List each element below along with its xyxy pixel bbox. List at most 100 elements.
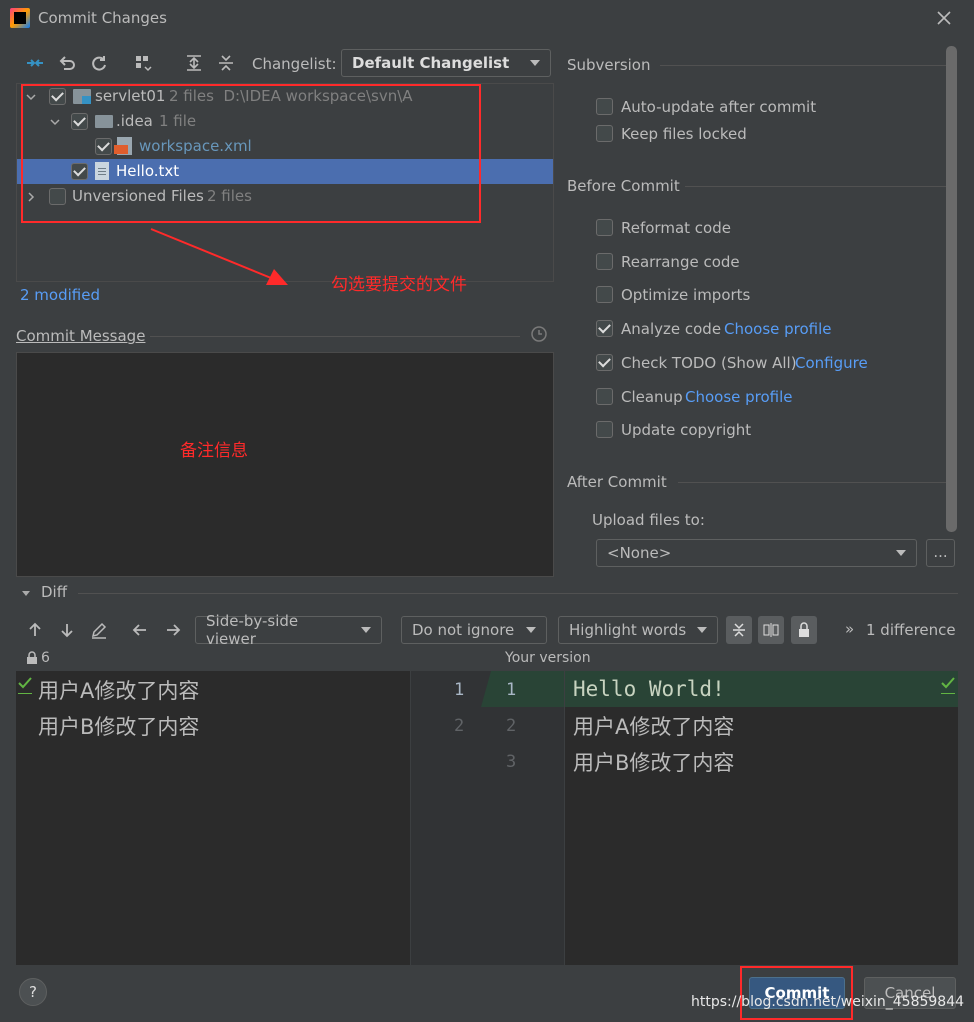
todo-checkbox[interactable]: [596, 354, 613, 371]
chevron-down-icon: [361, 627, 371, 633]
chevron-down-icon: [697, 627, 707, 633]
modified-count[interactable]: 2 modified: [20, 286, 100, 304]
right-line-2: 用户A修改了内容: [573, 715, 735, 739]
analyze-checkbox[interactable]: [596, 320, 613, 337]
back-arrow-icon[interactable]: [129, 619, 151, 641]
collapse-all-icon[interactable]: [215, 52, 237, 74]
title-bar: Commit Changes: [0, 0, 974, 38]
right-line-1: Hello World!: [573, 677, 725, 701]
divider: [150, 336, 520, 337]
keep-locked-label: Keep files locked: [621, 125, 747, 143]
diff-header[interactable]: Diff: [16, 582, 216, 602]
diff-toolbar: Side-by-side viewer Do not ignore Highli…: [0, 612, 974, 648]
copyright-label: Update copyright: [621, 421, 752, 439]
reformat-checkbox[interactable]: [596, 219, 613, 236]
todo-label: Check TODO (Show All): [621, 354, 797, 372]
chevron-down-icon: [896, 550, 906, 556]
gutter-right-1: 1: [506, 680, 517, 700]
optimize-checkbox[interactable]: [596, 286, 613, 303]
group-by-icon[interactable]: [132, 52, 154, 74]
gutter-left-1: 1: [454, 680, 465, 700]
ignore-value: Do not ignore: [412, 621, 515, 639]
gutter-right-2: 2: [506, 716, 517, 736]
diff-title: Diff: [41, 583, 68, 601]
optimize-label: Optimize imports: [621, 286, 751, 304]
diff-left-pane[interactable]: 用户A修改了内容 用户B修改了内容: [16, 671, 410, 965]
expand-all-icon[interactable]: [183, 52, 205, 74]
diff-count: 1 difference: [866, 621, 956, 639]
help-button[interactable]: ?: [19, 978, 47, 1006]
cleanup-checkbox[interactable]: [596, 388, 613, 405]
auto-update-checkbox[interactable]: [596, 98, 613, 115]
annotation-select-files: 勾选要提交的文件: [331, 275, 467, 295]
help-icon: ?: [29, 983, 37, 1001]
divider: [660, 65, 950, 66]
reformat-label: Reformat code: [621, 219, 731, 237]
commit-message-input[interactable]: [16, 352, 554, 577]
collapse-arrow-icon[interactable]: [20, 586, 32, 604]
annotation-remark: 备注信息: [180, 441, 248, 461]
refresh-icon[interactable]: [88, 52, 110, 74]
rearrange-label: Rearrange code: [621, 253, 740, 271]
highlight-dropdown[interactable]: Highlight words: [558, 616, 718, 644]
more-icon[interactable]: »: [845, 620, 854, 638]
toolbar: Changelist: Default Changelist: [0, 46, 560, 80]
upload-more-button[interactable]: ...: [926, 539, 955, 567]
upload-value: <None>: [607, 544, 672, 562]
sync-scroll-icon[interactable]: [758, 616, 784, 644]
commit-message-label: Commit Message: [16, 327, 146, 345]
edit-icon[interactable]: [88, 619, 110, 641]
show-diff-icon[interactable]: [24, 52, 46, 74]
window-title: Commit Changes: [38, 9, 167, 27]
diff-right-pane[interactable]: Hello World! 用户A修改了内容 用户B修改了内容: [565, 671, 958, 965]
upload-more-label: ...: [933, 543, 948, 561]
ignore-dropdown[interactable]: Do not ignore: [401, 616, 547, 644]
cleanup-choose-profile-link[interactable]: Choose profile: [685, 388, 793, 406]
intellij-logo-icon: [10, 8, 30, 28]
before-commit-title: Before Commit: [567, 177, 680, 195]
left-line-2: 用户B修改了内容: [38, 715, 200, 739]
auto-update-label: Auto-update after commit: [621, 98, 817, 116]
left-line-1: 用户A修改了内容: [38, 679, 200, 703]
rollback-icon[interactable]: [56, 52, 78, 74]
divider: [678, 482, 950, 483]
left-lock-icon: [26, 651, 38, 669]
highlight-value: Highlight words: [569, 621, 687, 639]
left-lock-count: 6: [41, 650, 50, 666]
right-line-3: 用户B修改了内容: [573, 751, 735, 775]
diff-gutter: 1 2 1 2 3: [411, 671, 564, 965]
forward-arrow-icon[interactable]: [162, 619, 184, 641]
divider: [78, 593, 958, 594]
upload-dropdown[interactable]: <None>: [596, 539, 917, 567]
gutter-left-2: 2: [454, 716, 465, 736]
check-icon: [18, 675, 32, 694]
annotation-box: [21, 84, 481, 223]
todo-configure-link[interactable]: Configure: [795, 354, 868, 372]
options-scrollbar[interactable]: [946, 46, 957, 532]
cleanup-label: Cleanup: [621, 388, 683, 406]
collapse-unchanged-icon[interactable]: [726, 616, 752, 644]
lock-icon[interactable]: [791, 616, 817, 644]
prev-diff-icon[interactable]: [24, 619, 46, 641]
changelist-dropdown[interactable]: Default Changelist: [341, 49, 551, 77]
viewer-value: Side-by-side viewer: [206, 612, 299, 648]
analyze-choose-profile-link[interactable]: Choose profile: [724, 320, 832, 338]
options-panel: Subversion Auto-update after commit Keep…: [560, 46, 960, 576]
analyze-label: Analyze code: [621, 320, 722, 338]
chevron-down-icon: [530, 60, 540, 66]
subversion-title: Subversion: [567, 56, 651, 74]
changelist-value: Default Changelist: [352, 54, 510, 72]
after-commit-title: After Commit: [567, 473, 667, 491]
check-icon: [941, 675, 955, 694]
rearrange-checkbox[interactable]: [596, 253, 613, 270]
upload-label: Upload files to:: [592, 511, 705, 529]
viewer-dropdown[interactable]: Side-by-side viewer: [195, 612, 382, 648]
history-clock-icon[interactable]: [530, 325, 548, 347]
changelist-label: Changelist:: [252, 55, 337, 73]
close-icon[interactable]: [934, 8, 954, 28]
chevron-down-icon: [526, 627, 536, 633]
gutter-right-3: 3: [506, 752, 517, 772]
next-diff-icon[interactable]: [56, 619, 78, 641]
keep-locked-checkbox[interactable]: [596, 125, 613, 142]
copyright-checkbox[interactable]: [596, 421, 613, 438]
